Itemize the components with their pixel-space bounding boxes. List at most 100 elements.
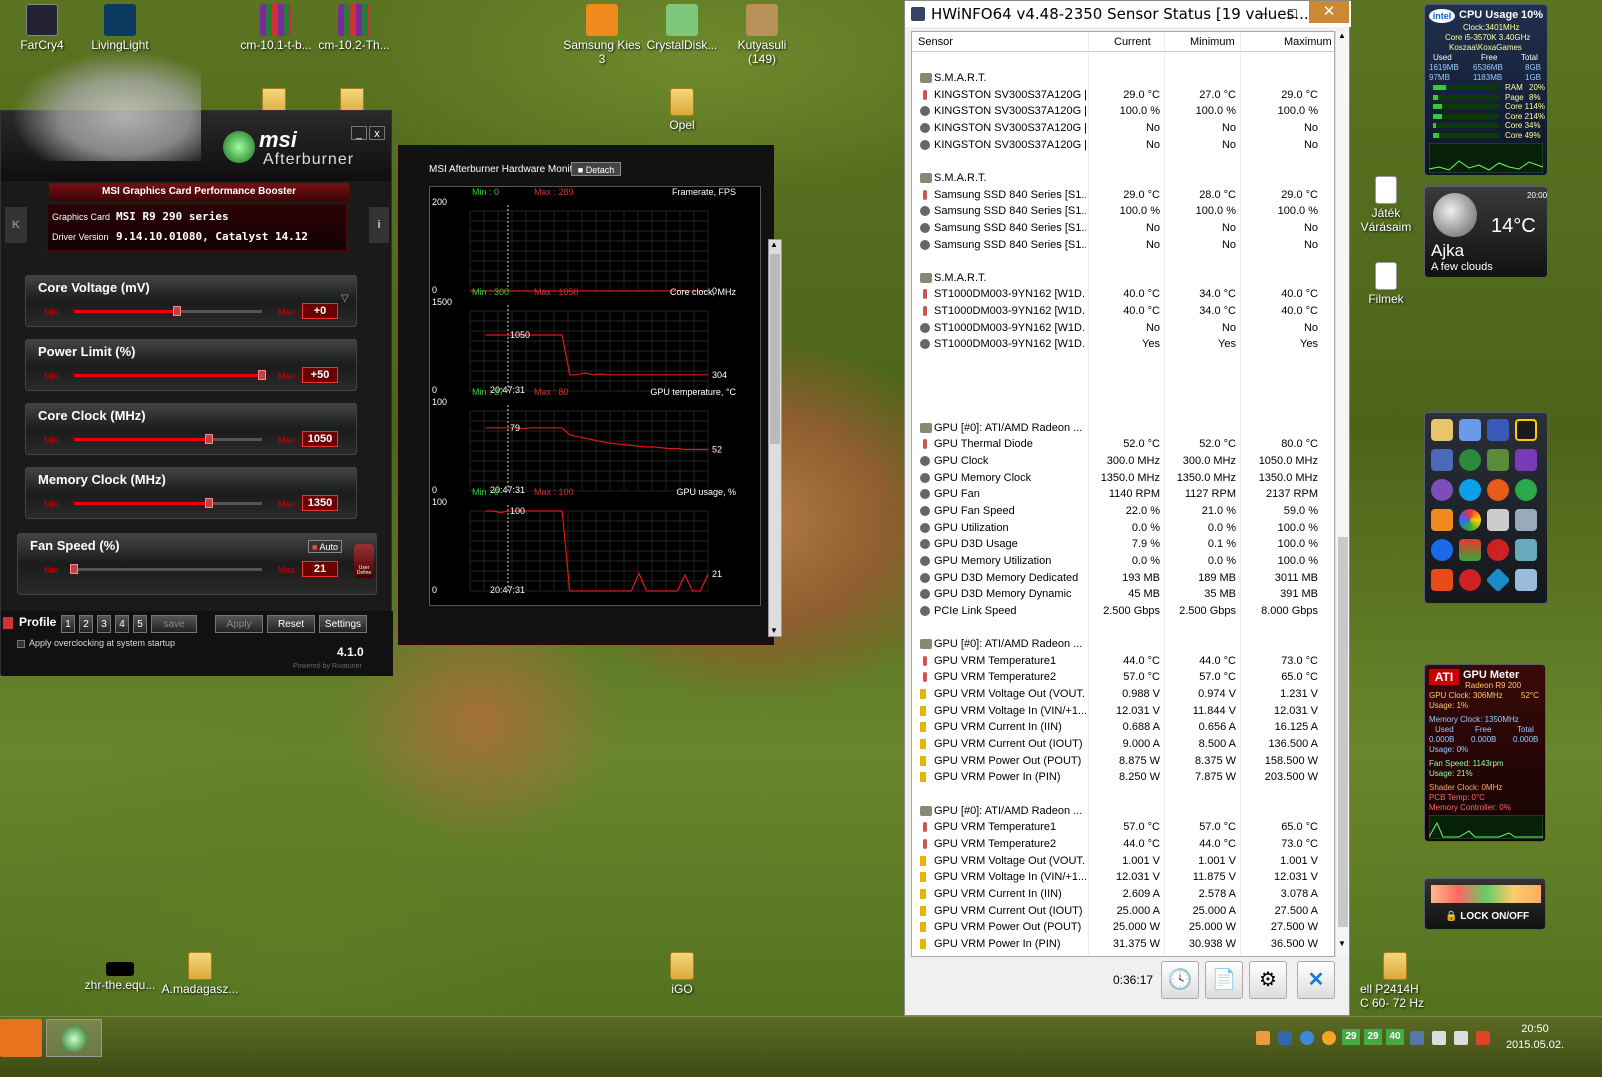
table-row[interactable]: KINGSTON SV300S37A120G [... 29.0 °C 27.0 °… <box>912 87 1334 103</box>
table-row[interactable]: GPU VRM Voltage Out (VOUT... 1.001 V 1.001… <box>912 853 1334 869</box>
scroll-down-icon[interactable]: ▼ <box>1338 939 1346 948</box>
volume-tray-icon[interactable] <box>1454 1031 1468 1045</box>
desktop-icon-archive-2[interactable]: cm-10.2-Th... <box>314 4 394 52</box>
profile-slot-2[interactable]: 2 <box>79 615 93 633</box>
lock-icon[interactable] <box>3 617 13 629</box>
taskbar-clock[interactable]: 20:50 2015.05.02. <box>1500 1021 1570 1053</box>
minimize-button[interactable]: _ <box>351 126 367 140</box>
slider-value[interactable]: 21 <box>302 561 338 577</box>
tray-icon[interactable] <box>1256 1031 1270 1045</box>
power-icon[interactable] <box>1459 569 1481 591</box>
origin-icon[interactable] <box>1487 479 1509 501</box>
gpu-meter-gadget[interactable]: ATI GPU Meter Radeon R9 200 GPU Clock: 3… <box>1424 664 1546 842</box>
table-row[interactable]: KINGSTON SV300S37A120G [... 100.0 % 100.0 … <box>912 103 1334 119</box>
warning-icon[interactable] <box>1515 419 1537 441</box>
table-row[interactable]: GPU D3D Memory Dedicated 193 MB 189 MB 3011… <box>912 570 1334 586</box>
table-row[interactable]: GPU Clock 300.0 MHz 300.0 MHz 1050.0 MHz <box>912 453 1334 469</box>
table-row[interactable]: GPU VRM Current Out (IOUT) 9.000 A 8.500 A… <box>912 736 1334 752</box>
monitor-tray-icon[interactable] <box>1410 1031 1424 1045</box>
taskbar-afterburner-button[interactable] <box>46 1019 102 1057</box>
table-row[interactable]: GPU Memory Clock 1350.0 MHz 1350.0 MHz 1350… <box>912 470 1334 486</box>
power-limit-slider[interactable]: Power Limit (%) Min Max +50 <box>25 339 357 391</box>
afterburner-icon[interactable] <box>1459 449 1481 471</box>
close-button[interactable]: ✕ <box>1309 1 1349 23</box>
tray-temp-1[interactable]: 29 <box>1342 1029 1360 1045</box>
network-tray-icon[interactable] <box>1432 1031 1446 1045</box>
origin-tray-icon[interactable] <box>1322 1031 1336 1045</box>
slider-track[interactable] <box>74 306 262 316</box>
desktop-icon-filmek[interactable]: Filmek <box>1346 262 1426 306</box>
k-side-button[interactable]: K <box>5 207 27 243</box>
desktop-icon-jatek[interactable]: Játék Várásaim <box>1346 176 1426 234</box>
core-voltage-slider[interactable]: Core Voltage (mV) Min Max +0 <box>25 275 357 327</box>
apply-button[interactable]: Apply <box>215 615 263 633</box>
profile-slot-4[interactable]: 4 <box>115 615 129 633</box>
settings-button[interactable]: ⚙ <box>1249 961 1287 999</box>
recycle-bin-icon[interactable] <box>1515 569 1537 591</box>
table-row[interactable]: GPU Fan Speed 22.0 % 21.0 % 59.0 % <box>912 503 1334 519</box>
scroll-up-icon[interactable]: ▲ <box>1338 31 1346 40</box>
profile-slot-5[interactable]: 5 <box>133 615 147 633</box>
desktop-icon-zhr[interactable]: zhr-the.equ... <box>80 962 160 992</box>
profile-slot-3[interactable]: 3 <box>97 615 111 633</box>
lock-gadget[interactable]: 🔒 LOCK ON/OFF <box>1424 878 1546 930</box>
clock-button[interactable]: 🕓 <box>1161 961 1199 999</box>
image-icon[interactable] <box>1459 539 1481 561</box>
wrench-icon[interactable] <box>1515 539 1537 561</box>
document-icon[interactable] <box>1515 509 1537 531</box>
column-current[interactable]: Current <box>1114 36 1151 48</box>
slider-knob[interactable] <box>173 306 182 316</box>
table-row[interactable]: GPU D3D Usage 7.9 % 0.1 % 100.0 % <box>912 536 1334 552</box>
slider-value[interactable]: +0 <box>302 303 338 319</box>
profile-slot-1[interactable]: 1 <box>61 615 75 633</box>
detach-button[interactable]: ■ Detach <box>571 162 621 176</box>
globe-tray-icon[interactable] <box>1300 1031 1314 1045</box>
table-row[interactable]: GPU VRM Temperature2 57.0 °C 57.0 °C 65.0 °… <box>912 669 1334 685</box>
table-row[interactable]: GPU VRM Current Out (IOUT) 25.000 A 25.000… <box>912 903 1334 919</box>
network-icon[interactable] <box>1459 419 1481 441</box>
folder-icon[interactable] <box>1431 419 1453 441</box>
vlc-icon[interactable] <box>1431 509 1453 531</box>
user-define-button[interactable]: User Define <box>354 544 374 578</box>
sensor-group-header[interactable]: S.M.A.R.T. <box>912 170 1334 186</box>
table-row[interactable]: GPU VRM Power In (PIN) 8.250 W 7.875 W 203.… <box>912 769 1334 785</box>
table-row[interactable]: Samsung SSD 840 Series [S1... 29.0 °C 28.0… <box>912 187 1334 203</box>
scroll-thumb[interactable] <box>1338 537 1348 927</box>
tray-temp-3[interactable]: 40 <box>1386 1029 1404 1045</box>
monitor-scrollbar[interactable]: ▲ ▼ <box>768 239 782 637</box>
fan-auto-button[interactable]: ■ Auto <box>308 540 342 553</box>
table-row[interactable]: GPU VRM Temperature1 44.0 °C 44.0 °C 73.0 °… <box>912 653 1334 669</box>
settings-button[interactable]: Settings <box>319 615 367 633</box>
sensor-group-header[interactable]: GPU [#0]: ATI/AMD Radeon ... <box>912 803 1334 819</box>
table-row[interactable]: Samsung SSD 840 Series [S1... No No No <box>912 220 1334 236</box>
startup-checkbox[interactable] <box>17 640 25 648</box>
chrome-icon[interactable] <box>1459 509 1481 531</box>
game-icon[interactable] <box>1487 539 1509 561</box>
reset-button[interactable]: Reset <box>267 615 315 633</box>
slider-track[interactable] <box>74 498 262 508</box>
save-icon[interactable] <box>1487 419 1509 441</box>
table-row[interactable]: ST1000DM003-9YN162 [W1D... No No No <box>912 320 1334 336</box>
viber-icon[interactable] <box>1431 479 1453 501</box>
table-row[interactable]: ST1000DM003-9YN162 [W1D... 40.0 °C 34.0 °C… <box>912 286 1334 302</box>
table-row[interactable]: GPU D3D Memory Dynamic 45 MB 35 MB 391 MB <box>912 586 1334 602</box>
table-row[interactable]: GPU VRM Power Out (POUT) 25.000 W 25.000 W… <box>912 919 1334 935</box>
chevron-down-icon[interactable]: ▽ <box>341 293 349 304</box>
fan-speed-slider[interactable]: Fan Speed (%) ■ Auto Min Max 21 User Def… <box>17 533 377 595</box>
minimize-button[interactable]: – <box>1261 1 1268 27</box>
table-row[interactable]: GPU VRM Voltage In (VIN/+1... 12.031 V 11.… <box>912 703 1334 719</box>
scroll-up-icon[interactable]: ▲ <box>770 240 778 249</box>
desktop-icon-farcry4[interactable]: FarCry4 <box>2 4 82 52</box>
table-row[interactable]: GPU Fan 1140 RPM 1127 RPM 2137 RPM <box>912 486 1334 502</box>
slider-track[interactable] <box>74 370 266 380</box>
lightning-icon[interactable] <box>1431 539 1453 561</box>
table-row[interactable]: GPU Thermal Diode 52.0 °C 52.0 °C 80.0 °C <box>912 436 1334 452</box>
close-button[interactable]: x <box>369 126 385 140</box>
diamond-icon[interactable] <box>1485 567 1511 593</box>
desktop-icon-igo[interactable]: iGO <box>642 952 722 996</box>
slider-knob[interactable] <box>70 564 78 574</box>
slider-value[interactable]: 1350 <box>302 495 338 511</box>
speaker-icon[interactable] <box>1431 569 1453 591</box>
column-minimum[interactable]: Minimum <box>1190 36 1235 48</box>
table-row[interactable]: ST1000DM003-9YN162 [W1D... Yes Yes Yes <box>912 336 1334 352</box>
